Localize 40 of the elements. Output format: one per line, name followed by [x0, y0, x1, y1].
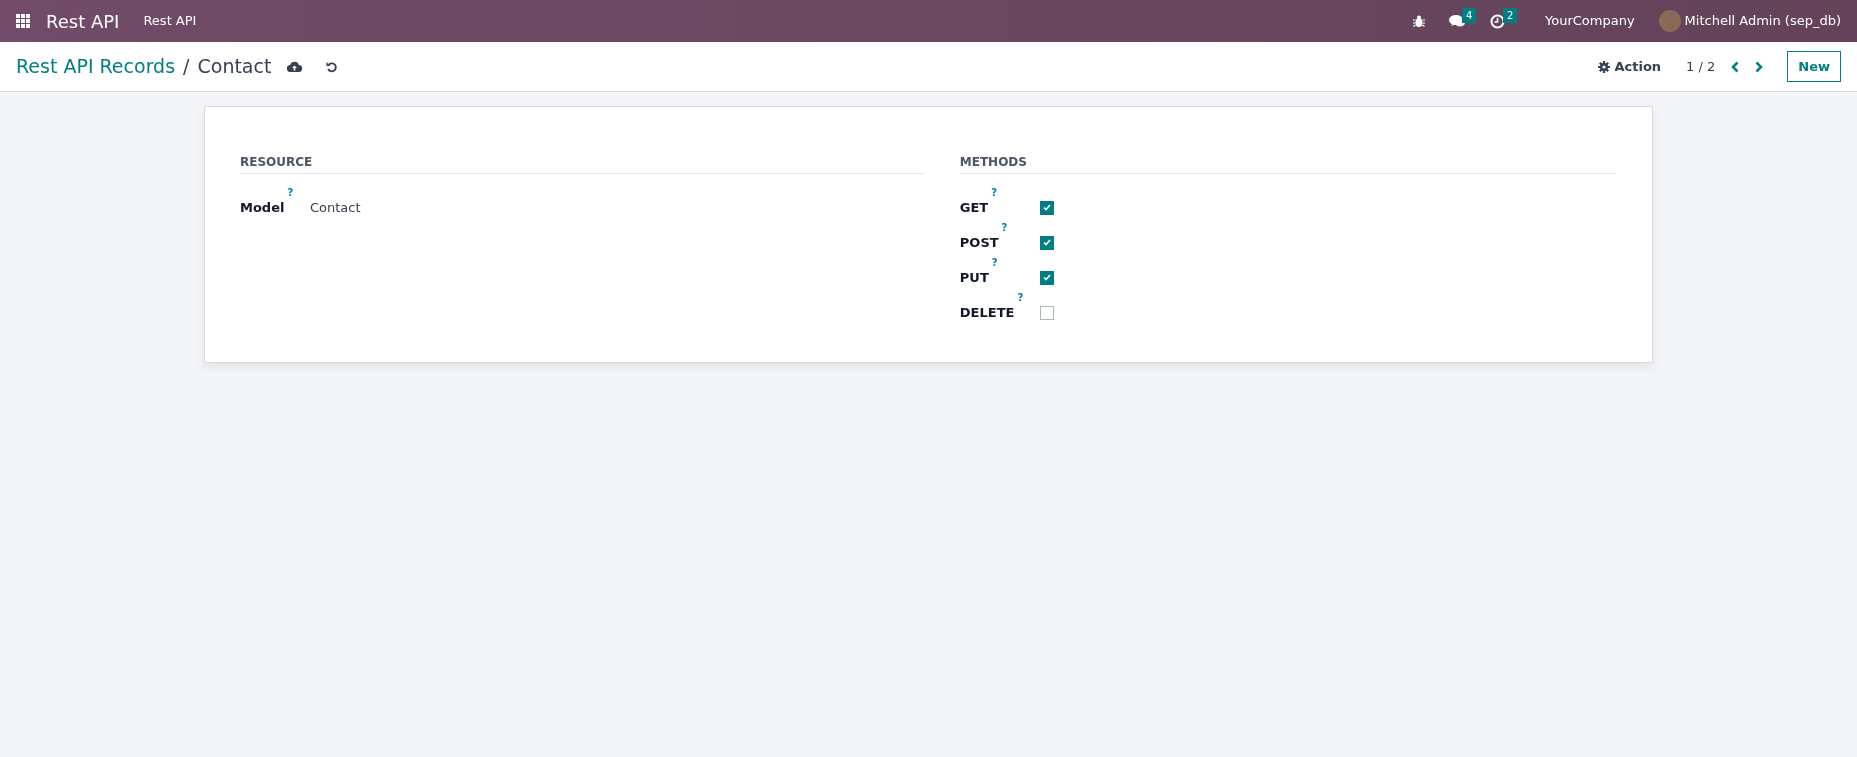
- check-icon: [1042, 274, 1051, 281]
- help-icon[interactable]: ?: [1017, 291, 1024, 303]
- check-icon: [1042, 239, 1051, 246]
- check-icon: [1042, 204, 1051, 211]
- method-checkbox[interactable]: [1039, 235, 1054, 250]
- method-checkbox[interactable]: [1039, 200, 1054, 215]
- breadcrumb-separator: /: [183, 54, 190, 80]
- activity-count: 2: [1503, 7, 1518, 23]
- pager-value[interactable]: 1 / 2: [1686, 56, 1716, 77]
- help-icon[interactable]: ?: [991, 256, 998, 268]
- section-heading: RESOURCE: [240, 153, 924, 174]
- clock-icon[interactable]: [1490, 13, 1505, 29]
- breadcrumb-current: Contact: [197, 54, 272, 80]
- message-count: 4: [1462, 8, 1477, 23]
- bug-icon[interactable]: [1413, 14, 1425, 28]
- field-label-text: Model: [240, 199, 285, 215]
- method-checkbox[interactable]: [1039, 270, 1054, 285]
- menu-item[interactable]: Rest API: [143, 11, 197, 31]
- action-button[interactable]: Action: [1597, 55, 1663, 78]
- method-checkbox[interactable]: [1039, 305, 1054, 320]
- help-icon[interactable]: ?: [991, 186, 998, 198]
- previous-icon[interactable]: [1731, 60, 1740, 73]
- next-icon[interactable]: [1755, 60, 1764, 73]
- undo-icon[interactable]: [326, 60, 339, 73]
- app-name[interactable]: Rest API: [46, 7, 120, 35]
- section-heading: METHODS: [959, 153, 1617, 174]
- company-name[interactable]: YourCompany: [1545, 11, 1635, 31]
- field-label-text: POST: [959, 234, 999, 250]
- cloud-upload-icon[interactable]: [287, 61, 303, 72]
- field-label-text: PUT: [959, 269, 989, 285]
- help-icon[interactable]: ?: [287, 186, 294, 198]
- field-value[interactable]: Contact: [310, 197, 361, 218]
- gear-icon: [1598, 60, 1611, 73]
- help-icon[interactable]: ?: [1001, 221, 1008, 233]
- apps-menu-icon[interactable]: [16, 14, 30, 28]
- new-button[interactable]: New: [1787, 50, 1841, 83]
- breadcrumb-link[interactable]: Rest API Records: [16, 52, 176, 81]
- field-label-text: GET: [959, 199, 989, 215]
- user-name[interactable]: Mitchell Admin (sep_db): [1684, 11, 1841, 31]
- field-label-text: DELETE: [959, 304, 1015, 320]
